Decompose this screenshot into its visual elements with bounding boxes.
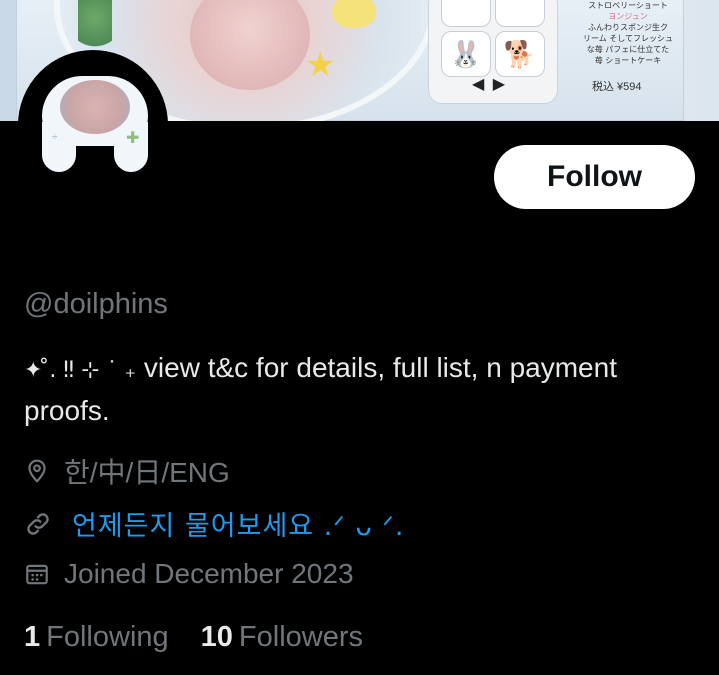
bunny-icon: 🐰: [441, 31, 491, 77]
location-pin-icon: [28, 459, 46, 483]
dots-icon: ÷: [52, 132, 58, 143]
followers-link[interactable]: 10 Followers: [201, 621, 363, 654]
profile-link[interactable]: 언제든지 물어보세요 .ᐟ ᴗ ᐟ.: [72, 504, 404, 543]
following-count: 1: [24, 621, 41, 653]
banner-tree-sticker: [78, 0, 112, 54]
plus-icon: ✚: [126, 130, 140, 147]
profile-stats: 1 Following 10 Followers: [24, 621, 363, 654]
location-text: 한/中/日/ENG: [64, 457, 230, 488]
following-link[interactable]: 1 Following: [24, 621, 169, 654]
banner-text-line: リーム そしてフレッシュ: [582, 34, 674, 43]
banner-text-line: ヨンジュン: [608, 12, 648, 21]
profile-handle: @doilphins: [24, 288, 168, 320]
joined-text: Joined December 2023: [64, 558, 354, 589]
dog-icon: 🐕: [495, 31, 545, 77]
followers-count: 10: [200, 621, 233, 653]
banner-text-line: な苺 パフェに仕立てた: [586, 45, 670, 54]
avatar[interactable]: ✚ ÷: [18, 50, 168, 200]
banner-star-icon: ★: [305, 46, 336, 84]
followers-label: Followers: [238, 621, 363, 653]
profile-joined: Joined December 2023: [24, 558, 354, 590]
avatar-controller-image: ✚ ÷: [40, 66, 150, 206]
follow-button[interactable]: Follow: [494, 145, 695, 209]
profile-location: 한/中/日/ENG: [24, 451, 230, 491]
banner-price: 税込 ¥594: [592, 81, 642, 93]
tile-top-right: [495, 0, 545, 27]
banner-menu-text: ストロベリーショート ヨンジュン ふんわりスポンジ生ク リーム そしてフレッシュ…: [578, 0, 678, 66]
banner-text-line: ふんわりスポンジ生ク: [588, 23, 668, 32]
link-icon: [27, 512, 49, 535]
banner-text-line: 苺 ショートケーキ: [594, 56, 662, 65]
avatar-photo: [60, 80, 130, 134]
banner-character-sticker: [332, 0, 376, 28]
tile-top-left: [441, 0, 491, 27]
controller-grip-left: [42, 122, 76, 172]
bio-decoration: ✦ ̊. ‼ ⊹ ˙ ₊: [24, 358, 137, 383]
profile-link-row: 언제든지 물어보세요 .ᐟ ᴗ ᐟ.: [24, 504, 404, 543]
following-label: Following: [46, 621, 169, 653]
calendar-icon: [26, 564, 48, 585]
banner-text-line: ストロベリーショート: [588, 1, 668, 10]
arrow-buttons: ◀ ▶: [472, 76, 508, 93]
profile-bio: ✦ ̊. ‼ ⊹ ˙ ₊ view t&c for details, full …: [24, 348, 684, 431]
